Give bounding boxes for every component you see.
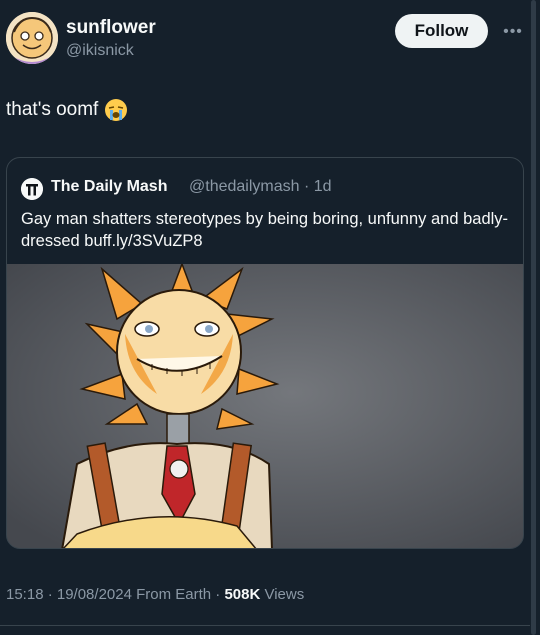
- scrollbar[interactable]: [531, 0, 536, 635]
- views-count: 508K: [224, 586, 261, 603]
- views-label: Views: [260, 586, 305, 603]
- quoted-text: Gay man shatters stereotypes by being bo…: [21, 210, 509, 250]
- quoted-meta[interactable]: @thedailymash · 1d: [189, 178, 332, 196]
- divider: [0, 625, 530, 626]
- sun-character-illustration-icon[interactable]: [7, 261, 523, 548]
- follow-button[interactable]: Follow: [395, 14, 488, 48]
- quoted-tweet[interactable]: The Daily Mash @thedailymash · 1d Gay ma…: [6, 157, 524, 549]
- display-name[interactable]: sunflower: [66, 17, 156, 39]
- crying-face-emoji-icon: [104, 98, 128, 122]
- tweet-footer: 15:18 · 19/08/2024 From Earth · 508K Vie…: [6, 586, 304, 603]
- tweet-text: that's oomf: [6, 98, 128, 122]
- tweet-body: that's oomf: [6, 99, 99, 120]
- avatar[interactable]: [6, 12, 58, 64]
- tweet-header: sunflower @ikisnick Follow •••: [0, 0, 540, 80]
- user-handle[interactable]: @ikisnick: [66, 42, 134, 60]
- daily-mash-logo-icon: [21, 178, 43, 200]
- timestamp[interactable]: 15:18 · 19/08/2024 From Earth ·: [6, 586, 224, 603]
- quoted-display-name[interactable]: The Daily Mash: [51, 178, 167, 196]
- more-options-icon[interactable]: •••: [499, 18, 527, 46]
